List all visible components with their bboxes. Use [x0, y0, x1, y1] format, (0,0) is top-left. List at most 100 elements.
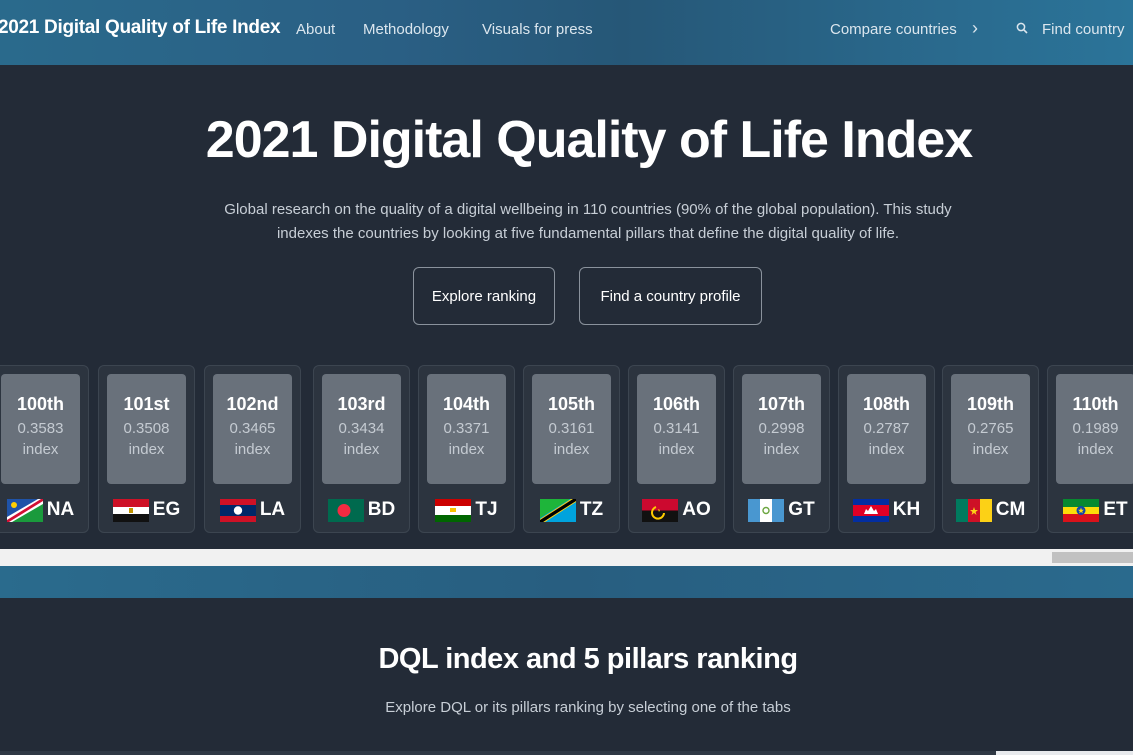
- card-score: 0.3371: [443, 420, 490, 437]
- country-code: TZ: [579, 499, 604, 520]
- nav-link-about[interactable]: About: [296, 21, 335, 38]
- country-card-gt[interactable]: 107th 0.2998 index GT: [733, 365, 830, 533]
- card-score-label: index: [448, 441, 485, 458]
- card-rank: 106th: [652, 394, 701, 414]
- card-score: 0.2998: [758, 420, 805, 437]
- card-score-box: 103rd 0.3434 index: [322, 374, 401, 484]
- card-rank: 102nd: [226, 394, 279, 414]
- country-card-na[interactable]: 100th 0.3583 index NA: [0, 365, 89, 533]
- guatemala-flag-icon: [748, 498, 785, 522]
- card-score-box: 104th 0.3371 index: [427, 374, 506, 484]
- tab-edge-highlight: [996, 751, 1133, 755]
- card-score-label: index: [763, 441, 800, 458]
- country-card-eg[interactable]: 101st 0.3508 index EG: [98, 365, 195, 533]
- card-score-label: index: [868, 441, 905, 458]
- section-title: DQL index and 5 pillars ranking: [378, 643, 798, 675]
- egypt-flag-icon: [112, 498, 149, 522]
- country-card-tj[interactable]: 104th 0.3371 index TJ: [418, 365, 515, 533]
- country-card-ao[interactable]: 106th 0.3141 index AO: [628, 365, 725, 533]
- country-code: NA: [46, 499, 75, 520]
- card-score-box: 110th 0.1989 index: [1056, 374, 1133, 484]
- card-score: 0.1989: [1072, 420, 1119, 437]
- card-rank: 105th: [547, 394, 596, 414]
- card-rank: 100th: [16, 394, 65, 414]
- country-card-cm[interactable]: 109th 0.2765 index CM: [942, 365, 1039, 533]
- laos-flag-icon: [219, 498, 256, 522]
- card-score: 0.3508: [123, 420, 170, 437]
- search-icon[interactable]: [1016, 22, 1030, 36]
- card-score-box: 101st 0.3508 index: [107, 374, 186, 484]
- card-score-box: 107th 0.2998 index: [742, 374, 821, 484]
- card-score-box: 100th 0.3583 index: [1, 374, 80, 484]
- section-divider-band: [0, 566, 1133, 598]
- tabs-edge: [0, 751, 1133, 755]
- card-score-label: index: [234, 441, 271, 458]
- bangladesh-flag-icon: [327, 498, 364, 522]
- find-country-link[interactable]: Find country: [1042, 21, 1125, 38]
- nav-link-visuals-for-press[interactable]: Visuals for press: [482, 21, 593, 38]
- namibia-flag-icon: [6, 498, 43, 522]
- bottom-ranking-carousel[interactable]: 100th 0.3583 index NA 101st 0.3508 index: [0, 364, 1133, 534]
- country-code: AO: [682, 499, 711, 520]
- country-card-la[interactable]: 102nd 0.3465 index LA: [204, 365, 301, 533]
- card-score-label: index: [658, 441, 695, 458]
- country-code: TJ: [475, 499, 498, 520]
- card-score: 0.3465: [229, 420, 276, 437]
- country-card-et[interactable]: 110th 0.1989 index ET: [1047, 365, 1133, 533]
- card-score-box: 102nd 0.3465 index: [213, 374, 292, 484]
- nav-link-methodology[interactable]: Methodology: [363, 21, 449, 38]
- card-score: 0.3434: [338, 420, 385, 437]
- country-code: LA: [259, 499, 286, 520]
- card-score-label: index: [22, 441, 59, 458]
- hero-description-line-2: indexes the countries by looking at five…: [276, 225, 900, 242]
- card-rank: 108th: [862, 394, 911, 414]
- chevron-right-icon[interactable]: ›: [972, 18, 978, 39]
- page-title: 2021 Digital Quality of Life Index: [205, 111, 973, 169]
- tanzania-flag-icon: [539, 498, 576, 522]
- card-score-box: 105th 0.3161 index: [532, 374, 611, 484]
- find-country-profile-button[interactable]: Find a country profile: [579, 267, 762, 325]
- card-score: 0.2765: [967, 420, 1014, 437]
- card-score-box: 106th 0.3141 index: [637, 374, 716, 484]
- card-rank: 103rd: [337, 394, 386, 414]
- cameroon-flag-icon: [955, 498, 992, 522]
- angola-flag-icon: [642, 498, 679, 522]
- card-rank: 104th: [442, 394, 491, 414]
- card-rank: 107th: [757, 394, 806, 414]
- brand-logo-link[interactable]: 2021 Digital Quality of Life Index: [0, 17, 281, 39]
- ethiopia-flag-icon: [1063, 498, 1100, 522]
- card-score-box: 108th 0.2787 index: [847, 374, 926, 484]
- country-card-kh[interactable]: 108th 0.2787 index KH: [838, 365, 935, 533]
- hero-description-line-1: Global research on the quality of a digi…: [224, 201, 952, 218]
- country-code: CM: [995, 499, 1026, 520]
- country-card-tz[interactable]: 105th 0.3161 index TZ: [523, 365, 620, 533]
- card-rank: 109th: [966, 394, 1015, 414]
- card-rank: 101st: [123, 394, 170, 414]
- card-score: 0.3141: [653, 420, 700, 437]
- country-code: EG: [152, 499, 181, 520]
- country-code: GT: [788, 499, 815, 520]
- card-score: 0.3161: [548, 420, 595, 437]
- card-score: 0.2787: [863, 420, 910, 437]
- horizontal-scrollbar[interactable]: [0, 549, 1133, 566]
- country-code: ET: [1103, 499, 1128, 520]
- card-rank: 110th: [1072, 394, 1119, 414]
- cambodia-flag-icon: [852, 498, 889, 522]
- hero-description: Global research on the quality of a digi…: [190, 198, 986, 246]
- country-card-bd[interactable]: 103rd 0.3434 index BD: [313, 365, 410, 533]
- tajikistan-flag-icon: [435, 498, 472, 522]
- card-score-label: index: [343, 441, 380, 458]
- card-score-label: index: [553, 441, 590, 458]
- country-code: BD: [367, 499, 396, 520]
- card-score-label: index: [1077, 441, 1114, 458]
- card-score: 0.3583: [17, 420, 64, 437]
- compare-countries-link[interactable]: Compare countries: [830, 21, 957, 38]
- card-score-label: index: [972, 441, 1009, 458]
- explore-ranking-button[interactable]: Explore ranking: [413, 267, 555, 325]
- section-subtitle: Explore DQL or its pillars ranking by se…: [385, 699, 791, 716]
- card-score-box: 109th 0.2765 index: [951, 374, 1030, 484]
- scrollbar-thumb[interactable]: [1052, 552, 1133, 563]
- country-code: KH: [892, 499, 921, 520]
- card-score-label: index: [128, 441, 165, 458]
- top-navigation-bar: 2021 Digital Quality of Life Index About…: [0, 0, 1133, 65]
